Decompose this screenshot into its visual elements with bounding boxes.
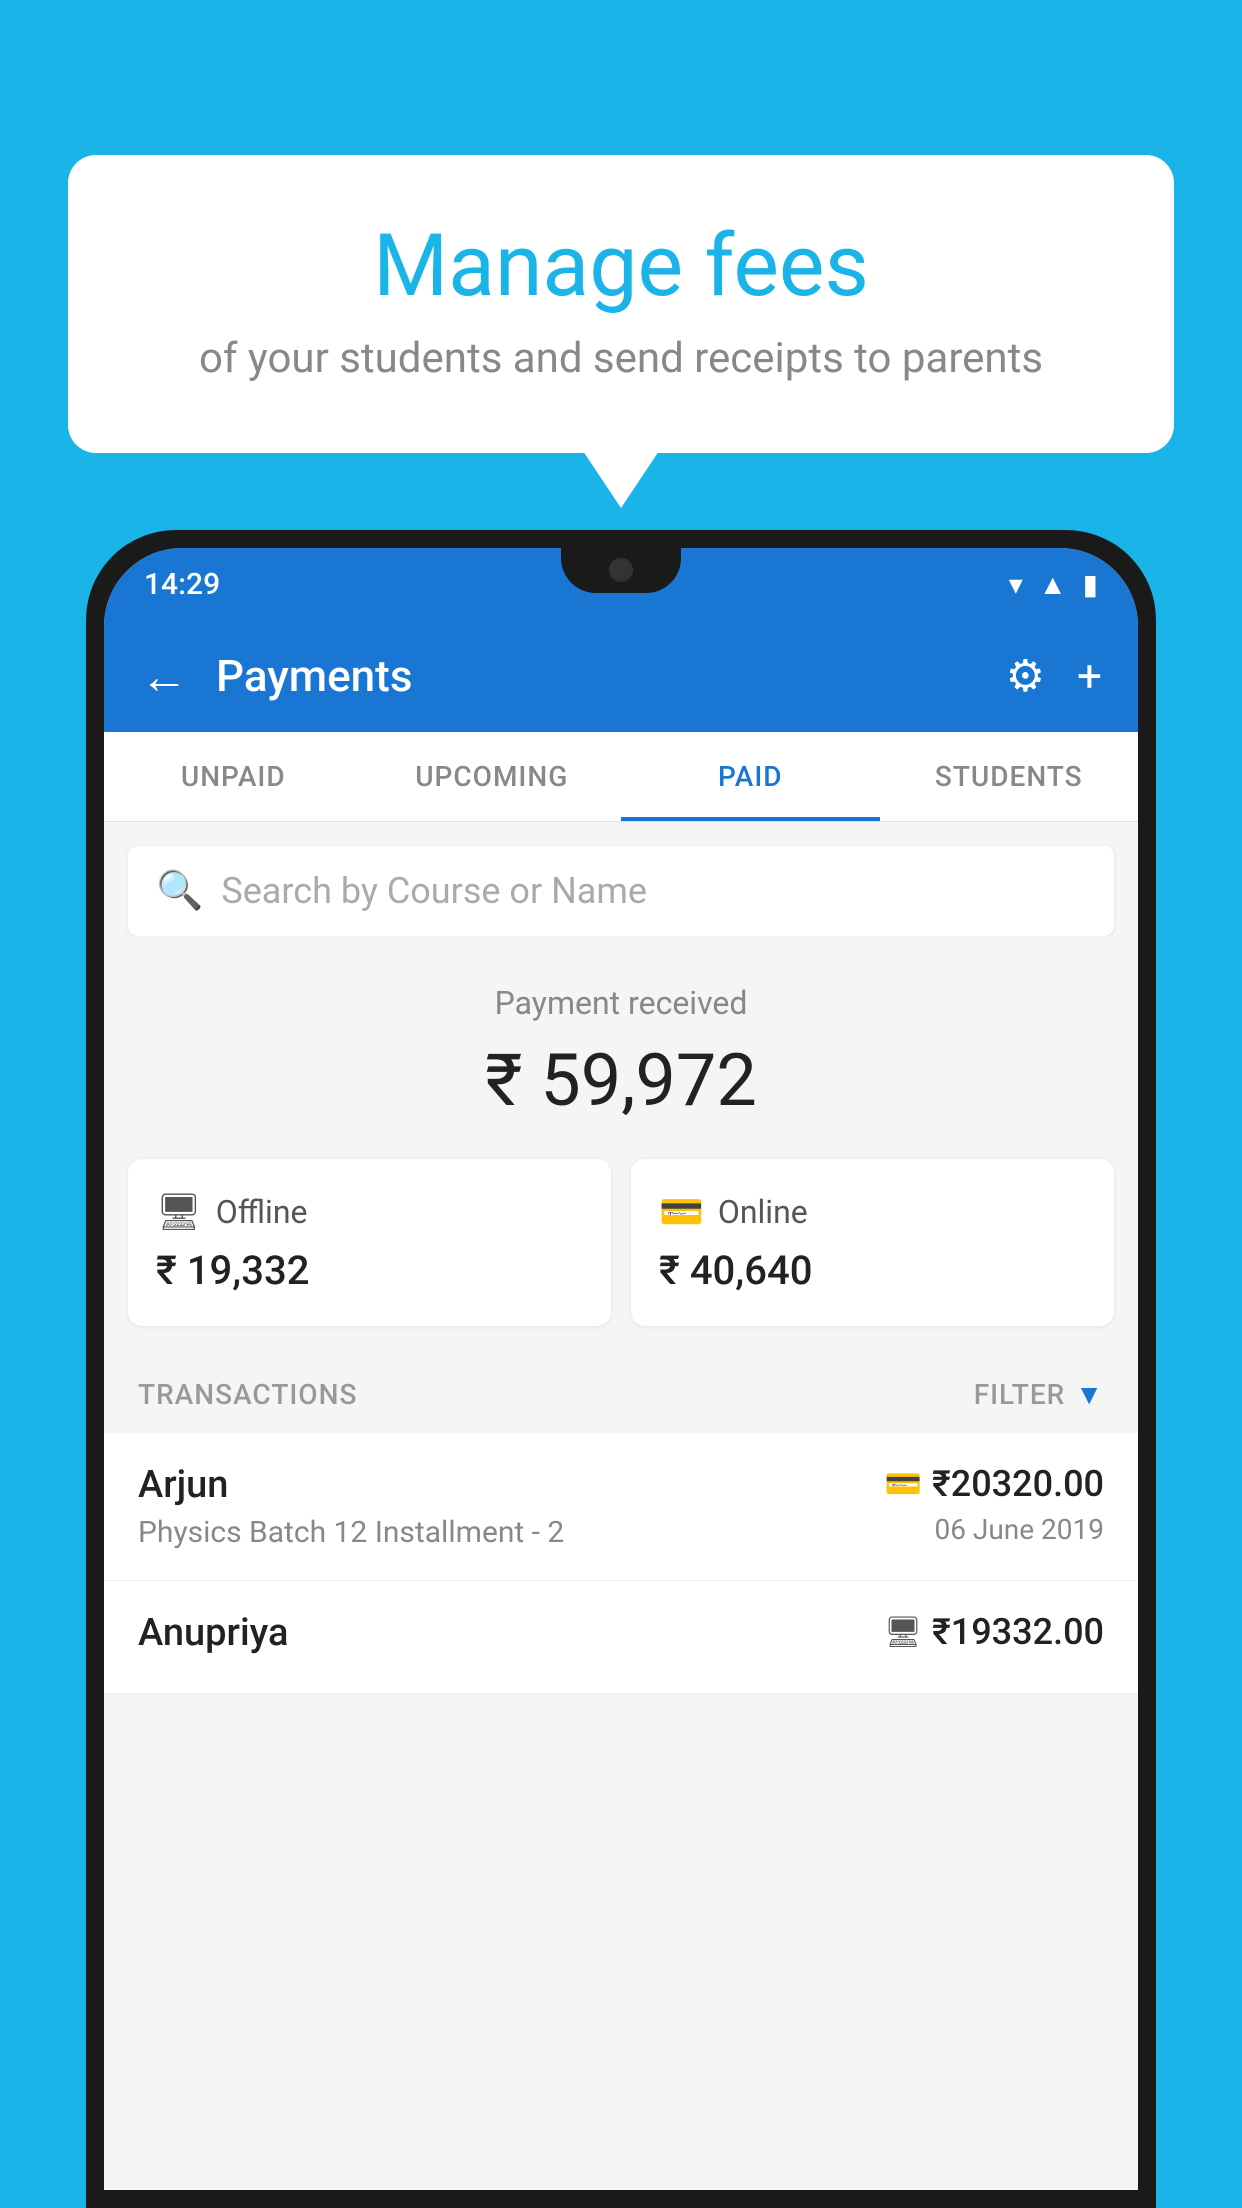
tab-paid[interactable]: PAID (621, 732, 880, 821)
search-bar[interactable]: 🔍 Search by Course or Name (128, 846, 1114, 936)
camera-dot (609, 558, 633, 582)
transaction-payment-icon: 🖥 (884, 1615, 922, 1650)
phone-screen: 14:29 ▾ ▲ ▮ ← Payments ⚙ + (104, 548, 1138, 2190)
tab-upcoming[interactable]: UPCOMING (363, 732, 622, 821)
tab-unpaid[interactable]: UNPAID (104, 732, 363, 821)
filter-label: FILTER (974, 1378, 1066, 1411)
app-bar-icons: ⚙ + (1006, 650, 1102, 702)
offline-amount: ₹ 19,332 (156, 1247, 583, 1294)
search-icon: 🔍 (156, 869, 203, 913)
back-button[interactable]: ← (140, 648, 188, 705)
online-label: Online (718, 1193, 808, 1231)
transaction-item[interactable]: Arjun Physics Batch 12 Installment - 2 💳… (104, 1433, 1138, 1581)
transaction-item[interactable]: Anupriya 🖥 ₹19332.00 (104, 1581, 1138, 1694)
content-area: 🔍 Search by Course or Name Payment recei… (104, 822, 1138, 2190)
payment-label: Payment received (128, 984, 1114, 1022)
speech-bubble: Manage fees of your students and send re… (68, 155, 1174, 453)
offline-card-icon: 🖥 (156, 1191, 202, 1233)
online-amount: ₹ 40,640 (659, 1247, 1086, 1294)
transaction-left: Arjun Physics Batch 12 Installment - 2 (138, 1463, 564, 1550)
phone-inner: 14:29 ▾ ▲ ▮ ← Payments ⚙ + (104, 548, 1138, 2190)
settings-button[interactable]: ⚙ (1006, 650, 1045, 702)
transaction-amount-wrapper: 🖥 ₹19332.00 (884, 1611, 1104, 1653)
battery-icon: ▮ (1083, 568, 1098, 601)
offline-label: Offline (216, 1193, 308, 1231)
offline-card: 🖥 Offline ₹ 19,332 (128, 1159, 611, 1326)
filter-button[interactable]: FILTER ▼ (974, 1378, 1104, 1411)
tab-students[interactable]: STUDENTS (880, 732, 1139, 821)
online-card: 💳 Online ₹ 40,640 (631, 1159, 1114, 1326)
bubble-title: Manage fees (148, 215, 1094, 316)
transaction-name: Arjun (138, 1463, 564, 1507)
status-bar: 14:29 ▾ ▲ ▮ (104, 548, 1138, 620)
transaction-amount: ₹20320.00 (932, 1463, 1104, 1505)
payment-cards: 🖥 Offline ₹ 19,332 💳 Online ₹ 40,640 (104, 1159, 1138, 1356)
transaction-course: Physics Batch 12 Installment - 2 (138, 1515, 564, 1550)
transactions-header: TRANSACTIONS FILTER ▼ (104, 1356, 1138, 1433)
transaction-amount: ₹19332.00 (932, 1611, 1104, 1653)
online-card-header: 💳 Online (659, 1191, 1086, 1233)
app-bar-title: Payments (216, 650, 978, 702)
transaction-amount-wrapper: 💳 ₹20320.00 (885, 1463, 1104, 1505)
payment-received-section: Payment received ₹ 59,972 (104, 936, 1138, 1159)
speech-bubble-container: Manage fees of your students and send re… (68, 155, 1174, 453)
payment-amount: ₹ 59,972 (128, 1038, 1114, 1123)
offline-card-header: 🖥 Offline (156, 1191, 583, 1233)
transaction-name: Anupriya (138, 1611, 288, 1655)
transaction-right: 🖥 ₹19332.00 (884, 1611, 1104, 1661)
wifi-icon: ▾ (1009, 568, 1023, 601)
transaction-payment-icon: 💳 (885, 1467, 922, 1502)
online-card-icon: 💳 (659, 1191, 704, 1233)
add-button[interactable]: + (1077, 650, 1102, 702)
bubble-subtitle: of your students and send receipts to pa… (148, 334, 1094, 383)
search-input[interactable]: Search by Course or Name (221, 870, 647, 912)
transaction-right: 💳 ₹20320.00 06 June 2019 (885, 1463, 1104, 1546)
transaction-date: 06 June 2019 (885, 1513, 1104, 1546)
filter-icon: ▼ (1075, 1378, 1104, 1411)
app-bar: ← Payments ⚙ + (104, 620, 1138, 732)
tabs-container: UNPAID UPCOMING PAID STUDENTS (104, 732, 1138, 822)
signal-icon: ▲ (1039, 568, 1067, 601)
transactions-label: TRANSACTIONS (138, 1378, 357, 1411)
phone-frame: 14:29 ▾ ▲ ▮ ← Payments ⚙ + (86, 530, 1156, 2208)
notch (561, 548, 681, 593)
transaction-left: Anupriya (138, 1611, 288, 1663)
status-icons: ▾ ▲ ▮ (1009, 568, 1098, 601)
status-time: 14:29 (144, 567, 220, 602)
